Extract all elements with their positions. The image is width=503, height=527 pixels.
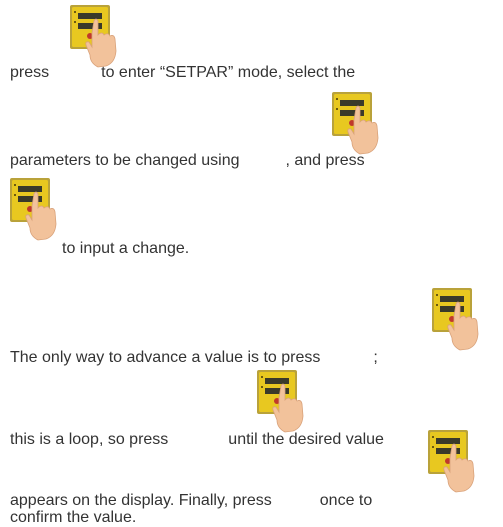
press-device-icon (426, 428, 481, 494)
text-once-to: once to (319, 492, 373, 509)
press-device-icon (330, 90, 385, 156)
text-press: press (10, 64, 50, 81)
instruction-line-3: to input a change. (62, 239, 189, 258)
instruction-line-7: confirm the value. (10, 508, 136, 527)
press-device-icon (255, 368, 310, 434)
instruction-line-2: parameters to be changed using, and pres… (10, 151, 365, 170)
press-device-icon (8, 176, 63, 242)
instruction-line-4: The only way to advance a value is to pr… (10, 348, 378, 367)
instruction-line-5: this is a loop, so press until the desire… (10, 430, 384, 449)
text-parameters: parameters to be changed using (10, 152, 240, 169)
text-confirm: confirm the value. (10, 509, 137, 526)
text-input-change: to input a change. (62, 240, 190, 257)
press-device-icon (430, 286, 485, 352)
text-loop: this is a loop, so press (10, 431, 169, 448)
press-device-icon (68, 3, 123, 69)
text-enter-setpar: to enter “SETPAR” mode, select the (101, 64, 356, 81)
instruction-line-1: press to enter “SETPAR” mode, select the (10, 63, 355, 82)
text-semicolon: ; (373, 349, 378, 366)
text-appears: appears on the display. Finally, press (10, 492, 272, 509)
text-only-way: The only way to advance a value is to pr… (10, 349, 321, 366)
